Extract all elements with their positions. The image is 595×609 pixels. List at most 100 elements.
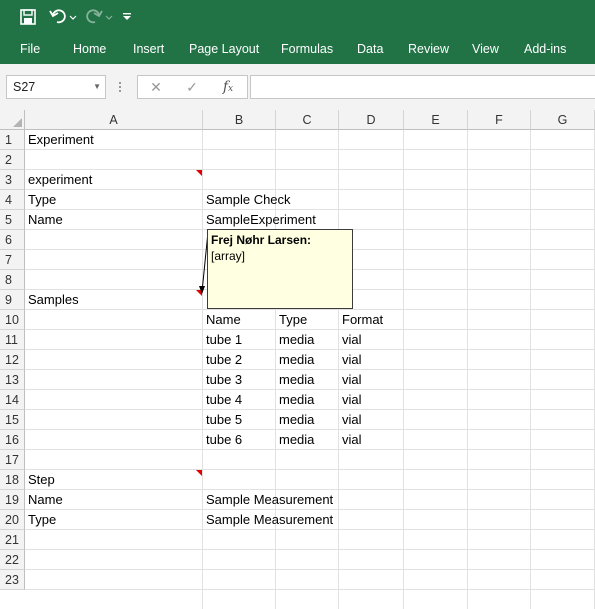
cell-c11[interactable]: media xyxy=(276,330,314,350)
row-header-15[interactable]: 15 xyxy=(0,410,25,430)
row-header-20[interactable]: 20 xyxy=(0,510,25,530)
tab-data[interactable]: Data xyxy=(357,34,383,64)
tab-page-layout[interactable]: Page Layout xyxy=(189,34,259,64)
cell-a9[interactable]: Samples xyxy=(25,290,79,310)
cell-b13[interactable]: tube 3 xyxy=(203,370,242,390)
column-header-g[interactable]: G xyxy=(531,110,595,130)
tab-insert[interactable]: Insert xyxy=(133,34,164,64)
row-header-2[interactable]: 2 xyxy=(0,150,25,170)
cell-c14[interactable]: media xyxy=(276,390,314,410)
name-box[interactable]: S27 ▼ xyxy=(6,75,106,99)
undo-icon[interactable] xyxy=(48,6,78,28)
column-header-d[interactable]: D xyxy=(339,110,404,130)
cell-b4[interactable]: Sample Check xyxy=(203,190,291,210)
cancel-icon[interactable]: ✕ xyxy=(144,76,168,98)
tab-view[interactable]: View xyxy=(472,34,499,64)
row-header-9[interactable]: 9 xyxy=(0,290,25,310)
cell-d11[interactable]: vial xyxy=(339,330,362,350)
comment-author: Frej Nøhr Larsen: xyxy=(211,233,312,247)
cell-a19[interactable]: Name xyxy=(25,490,63,510)
tab-review[interactable]: Review xyxy=(408,34,449,64)
comment-indicator-icon[interactable] xyxy=(196,170,202,176)
cell-b19[interactable]: Sample Measurement xyxy=(203,490,333,510)
cell-c12[interactable]: media xyxy=(276,350,314,370)
cell-c13[interactable]: media xyxy=(276,370,314,390)
cell-c10[interactable]: Type xyxy=(276,310,307,330)
cell-a4[interactable]: Type xyxy=(25,190,56,210)
gridline xyxy=(25,149,595,150)
gridline xyxy=(25,569,595,570)
gridline xyxy=(25,309,595,310)
cell-comment[interactable]: Frej Nøhr Larsen: [array] xyxy=(207,229,353,309)
cell-b12[interactable]: tube 2 xyxy=(203,350,242,370)
row-header-16[interactable]: 16 xyxy=(0,430,25,450)
insert-function-icon[interactable]: fx xyxy=(216,76,240,98)
row-header-5[interactable]: 5 xyxy=(0,210,25,230)
name-box-value: S27 xyxy=(13,80,36,94)
cell-b5[interactable]: SampleExperiment xyxy=(203,210,316,230)
row-header-6[interactable]: 6 xyxy=(0,230,25,250)
formula-input[interactable] xyxy=(250,75,595,99)
chevron-down-icon[interactable]: ▼ xyxy=(93,76,101,98)
cell-d12[interactable]: vial xyxy=(339,350,362,370)
quick-access-toolbar xyxy=(0,0,595,34)
cell-a20[interactable]: Type xyxy=(25,510,56,530)
cell-c15[interactable]: media xyxy=(276,410,314,430)
worksheet-grid[interactable]: A B C D E F G 1 2 3 4 5 6 7 8 9 10 11 12 13 14 15 16 17 18 19 20 21… xyxy=(0,110,595,609)
cell-b20[interactable]: Sample Measurement xyxy=(203,510,333,530)
row-header-19[interactable]: 19 xyxy=(0,490,25,510)
cell-d13[interactable]: vial xyxy=(339,370,362,390)
column-header-e[interactable]: E xyxy=(404,110,468,130)
gridline xyxy=(25,549,595,550)
save-icon[interactable] xyxy=(16,6,40,28)
tab-file[interactable]: File xyxy=(20,34,40,64)
row-header-11[interactable]: 11 xyxy=(0,330,25,350)
tab-add-ins[interactable]: Add-ins xyxy=(524,34,566,64)
cell-a3[interactable]: experiment xyxy=(25,170,92,190)
formula-bar-area: S27 ▼ ✕ ✓ fx xyxy=(0,64,595,110)
row-header-3[interactable]: 3 xyxy=(0,170,25,190)
row-header-8[interactable]: 8 xyxy=(0,270,25,290)
row-header-12[interactable]: 12 xyxy=(0,350,25,370)
row-header-23[interactable]: 23 xyxy=(0,570,25,590)
cell-a1[interactable]: Experiment xyxy=(25,130,94,150)
cell-c16[interactable]: media xyxy=(276,430,314,450)
column-header-c[interactable]: C xyxy=(276,110,339,130)
cell-a18[interactable]: Step xyxy=(25,470,55,490)
select-all-corner[interactable] xyxy=(0,110,25,130)
cell-b10[interactable]: Name xyxy=(203,310,241,330)
tab-home[interactable]: Home xyxy=(73,34,106,64)
column-header-b[interactable]: B xyxy=(203,110,276,130)
gridline xyxy=(25,189,595,190)
row-header-1[interactable]: 1 xyxy=(0,130,25,150)
gridline xyxy=(25,589,595,590)
column-header-f[interactable]: F xyxy=(468,110,531,130)
cell-d15[interactable]: vial xyxy=(339,410,362,430)
cell-b15[interactable]: tube 5 xyxy=(203,410,242,430)
tab-formulas[interactable]: Formulas xyxy=(281,34,333,64)
row-header-17[interactable]: 17 xyxy=(0,450,25,470)
grip-icon[interactable] xyxy=(119,82,122,94)
row-header-21[interactable]: 21 xyxy=(0,530,25,550)
redo-icon[interactable] xyxy=(84,6,114,28)
cell-d14[interactable]: vial xyxy=(339,390,362,410)
cell-a5[interactable]: Name xyxy=(25,210,63,230)
cell-b16[interactable]: tube 6 xyxy=(203,430,242,450)
row-header-18[interactable]: 18 xyxy=(0,470,25,490)
gridline xyxy=(25,169,595,170)
cell-b14[interactable]: tube 4 xyxy=(203,390,242,410)
row-header-10[interactable]: 10 xyxy=(0,310,25,330)
customize-qat-icon[interactable] xyxy=(118,6,136,28)
row-header-14[interactable]: 14 xyxy=(0,390,25,410)
row-header-13[interactable]: 13 xyxy=(0,370,25,390)
column-header-a[interactable]: A xyxy=(25,110,203,130)
cell-d16[interactable]: vial xyxy=(339,430,362,450)
row-header-22[interactable]: 22 xyxy=(0,550,25,570)
cell-b11[interactable]: tube 1 xyxy=(203,330,242,350)
comment-text: [array] xyxy=(211,249,246,263)
row-header-4[interactable]: 4 xyxy=(0,190,25,210)
comment-indicator-icon[interactable] xyxy=(196,470,202,476)
enter-icon[interactable]: ✓ xyxy=(180,76,204,98)
row-header-7[interactable]: 7 xyxy=(0,250,25,270)
cell-d10[interactable]: Format xyxy=(339,310,383,330)
